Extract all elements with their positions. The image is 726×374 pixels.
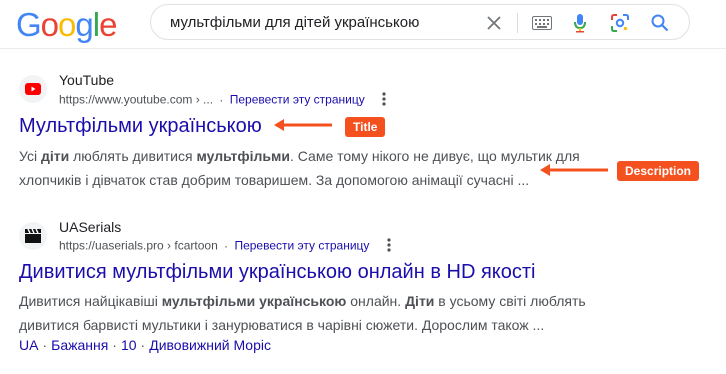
sitelinks-row: UA · Бажання · 10 · Дивовижний Моріс [19,337,271,353]
google-logo[interactable]: Google [16,6,117,44]
desc-highlight: мультфільми [196,148,290,164]
title-annotation-label: Title [345,117,386,137]
desc-highlight: мультфільми українською [161,293,347,309]
more-options-icon[interactable] [382,92,386,109]
search-icon[interactable] [649,12,671,34]
logo-letter: g [75,6,93,43]
result-title[interactable]: Дивитися мультфільми українською онлайн … [19,261,535,284]
search-box[interactable]: мультфільми для дітей українською [150,4,690,40]
logo-letter: o [58,6,76,43]
result-description: Усі діти люблять дивитися мультфільми. С… [19,144,619,192]
sitelink[interactable]: Бажання [51,337,108,353]
sitelink-separator: · [140,337,146,353]
description-line: Дивитися найцікавіші мультфільми українс… [19,289,619,313]
desc-highlight: діти [40,148,70,164]
sitelink[interactable]: Дивовижний Моріс [149,337,271,353]
translate-link[interactable]: Перевести эту страницу [230,93,365,107]
desc-text: Дивитися найцікавіші [19,293,162,309]
desc-text: . Саме тому нікого не дивує, що мультик … [289,148,580,164]
logo-letter: G [16,6,42,43]
sitelink-separator: · [42,337,48,353]
result-site-name[interactable]: UASerials [59,219,121,235]
description-line: хлопчиків і дівчаток став добрим товариш… [19,172,530,188]
title-arrow-icon [274,119,332,131]
result-url[interactable]: https://www.youtube.com › ... · Перевест… [59,92,386,109]
youtube-favicon-icon[interactable] [19,75,47,103]
result-site-name[interactable]: YouTube [59,72,114,88]
description-line: дивитися барвисті мультики і занурюватис… [19,317,545,333]
result-title[interactable]: Мультфільми українською [19,115,262,138]
clear-icon[interactable] [483,12,505,34]
desc-text: в усьому світі люблять [434,293,586,309]
desc-text: Усі [19,148,41,164]
result-url-text: https://www.youtube.com › ... [59,92,214,107]
result-url[interactable]: https://uaserials.pro › fcartoon · Перев… [59,238,391,255]
desc-text: онлайн. [346,293,406,309]
header-divider [0,48,726,49]
description-arrow-icon [540,164,608,176]
url-separator: · [219,92,224,107]
lens-icon[interactable] [609,12,631,34]
description-line: Усі діти люблять дивитися мультфільми. С… [19,144,619,168]
desc-text: люблять дивитися [69,148,197,164]
description-annotation-label: Description [617,161,700,181]
result-description: Дивитися найцікавіші мультфільми українс… [19,289,619,337]
translate-link[interactable]: Перевести эту страницу [234,239,369,253]
more-options-icon[interactable] [387,238,391,255]
url-separator: · [224,238,229,253]
sitelink[interactable]: 10 [121,337,137,353]
microphone-icon[interactable] [569,12,591,34]
search-header: Google мультфільми для дітей українською [0,0,726,48]
sitelink-separator: · [112,337,117,353]
logo-letter: e [99,6,117,43]
logo-letter: o [40,6,59,43]
search-input[interactable]: мультфільми для дітей українською [170,14,419,31]
search-divider [517,13,518,33]
clapperboard-favicon-icon[interactable] [19,222,47,250]
keyboard-icon[interactable] [531,12,553,34]
sitelink[interactable]: UA [19,337,38,353]
result-url-text: https://uaserials.pro › fcartoon [59,238,218,253]
desc-highlight: Діти [405,293,435,309]
